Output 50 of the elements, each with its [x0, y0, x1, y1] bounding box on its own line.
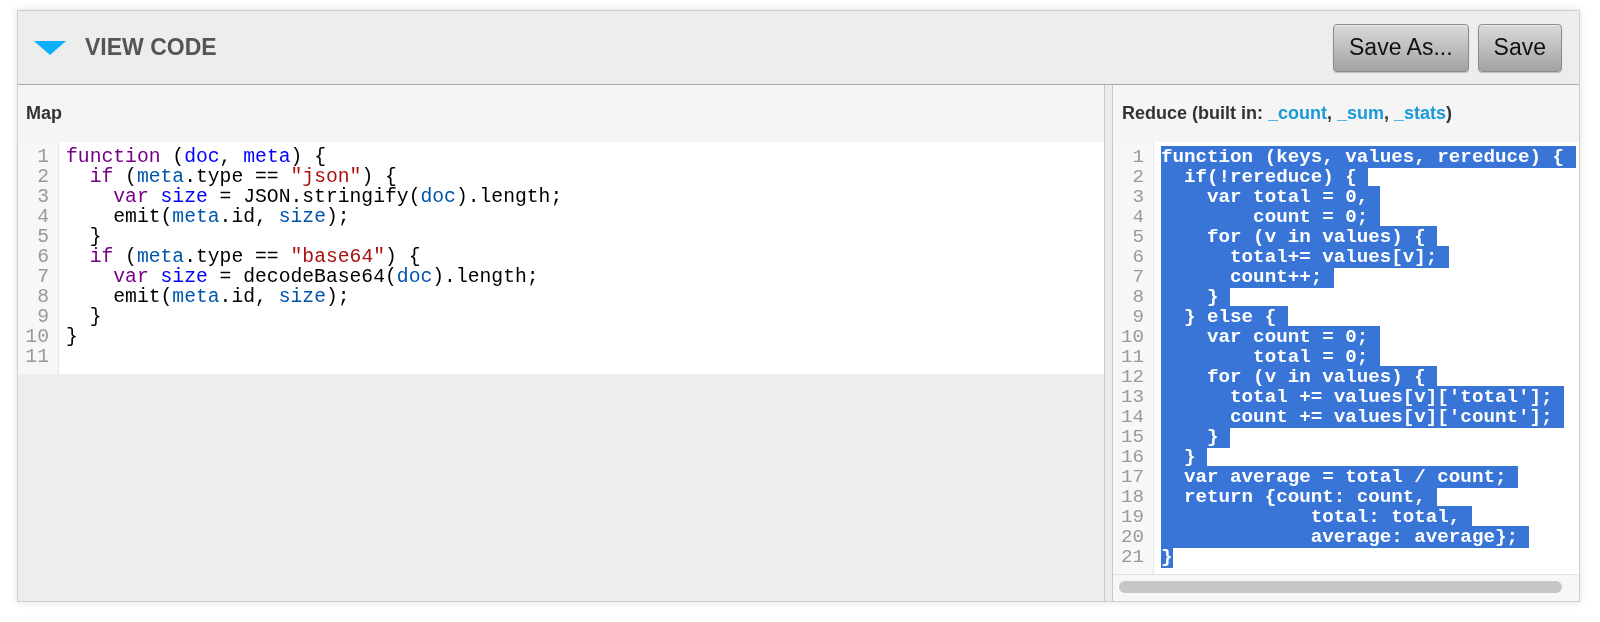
line-number: 1 [1132, 146, 1144, 168]
line-number: 1 [37, 146, 49, 168]
line-number: 9 [1132, 306, 1144, 328]
pane-title: Reduce (built in: _count, _sum, _stats) [1122, 103, 1453, 124]
code-line: if (meta.type == "base64") { [88, 246, 421, 268]
line-number: 21 [1120, 546, 1144, 568]
code-line: if (meta.type == "json") { [88, 166, 397, 188]
line-number: 4 [37, 206, 49, 228]
line-number: 20 [1120, 526, 1144, 548]
code-line: var size = JSON.stringify(doc).length; [112, 186, 563, 208]
save-button[interactable]: Save [1477, 23, 1562, 72]
line-number: 2 [37, 166, 49, 188]
code-editor[interactable] [18, 142, 1104, 374]
line-number: 6 [37, 246, 49, 268]
line-number: 8 [1132, 286, 1144, 308]
code-editor[interactable] [1113, 142, 1579, 574]
line-number: 11 [1120, 346, 1144, 368]
line-number: 12 [1120, 366, 1144, 388]
scrollbar-thumb[interactable] [1119, 581, 1562, 593]
code-line: emit(meta.id, size); [112, 286, 350, 308]
line-number: 7 [1132, 266, 1144, 288]
line-number: 17 [1120, 466, 1144, 488]
line-number: 4 [1132, 206, 1144, 228]
code-line: } [88, 226, 102, 248]
line-number: 10 [1120, 326, 1144, 348]
line-number: 5 [1132, 226, 1144, 248]
save-as-button[interactable]: Save As... [1333, 23, 1469, 72]
line-number: 13 [1120, 386, 1144, 408]
code-line: var size = decodeBase64(doc).length; [112, 266, 539, 288]
line-number: 6 [1132, 246, 1144, 268]
code-line: } [66, 326, 78, 348]
line-number: 3 [37, 186, 49, 208]
line-number: 14 [1120, 406, 1144, 428]
line-number: 3 [1132, 186, 1144, 208]
line-number: 15 [1120, 426, 1144, 448]
code-line: } [88, 306, 102, 328]
code-line: emit(meta.id, size); [112, 206, 350, 228]
line-number: 10 [25, 326, 49, 348]
line-number: 16 [1120, 446, 1144, 468]
pane-title: Map [26, 103, 62, 124]
line-number: 11 [25, 346, 49, 368]
line-number: 5 [37, 226, 49, 248]
section-title[interactable]: VIEW CODE [85, 34, 217, 61]
line-number: 9 [37, 306, 49, 328]
line-number: 7 [37, 266, 49, 288]
line-number: 18 [1120, 486, 1144, 508]
line-number: 2 [1132, 166, 1144, 188]
code-line: function (doc, meta) { [66, 146, 326, 168]
line-number: 19 [1120, 506, 1144, 528]
line-number: 8 [37, 286, 49, 308]
